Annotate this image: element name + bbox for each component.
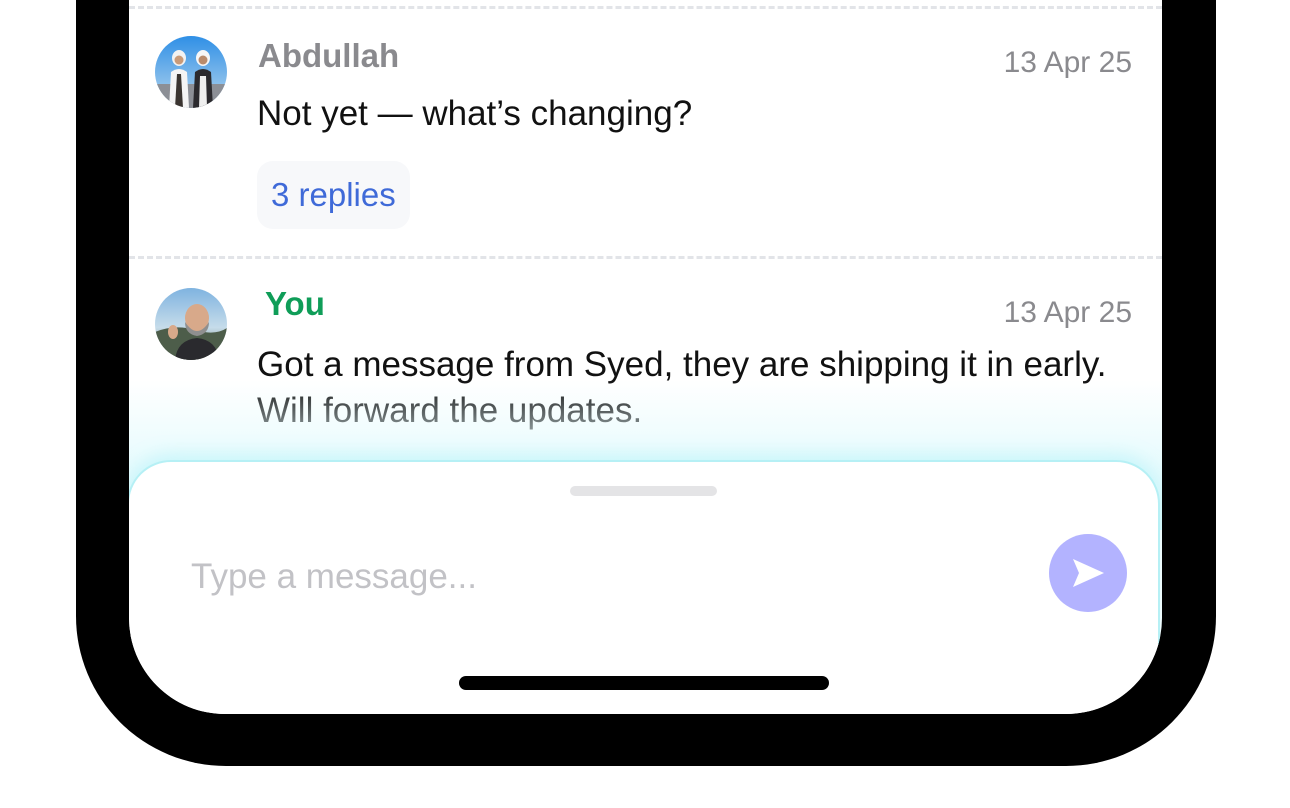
app-stage: Abdullah 13 Apr 25 Not yet — what’s chan…	[0, 0, 1290, 808]
sender-name: Abdullah	[258, 37, 400, 74]
message-text: Not yet — what’s changing?	[257, 94, 693, 133]
send-arrow-icon	[1068, 553, 1108, 593]
replies-link[interactable]: 3 replies	[257, 161, 410, 229]
avatar-abdullah[interactable]	[155, 36, 227, 108]
message-item-abdullah[interactable]: Abdullah 13 Apr 25 Not yet — what’s chan…	[129, 36, 1162, 236]
chat-screen: Abdullah 13 Apr 25 Not yet — what’s chan…	[129, 0, 1162, 714]
send-button[interactable]	[1049, 534, 1127, 612]
message-divider	[129, 256, 1162, 259]
sender-name: You	[265, 285, 325, 322]
message-input[interactable]	[189, 546, 1013, 608]
message-divider	[129, 6, 1162, 9]
avatar-you[interactable]	[155, 288, 227, 360]
message-timestamp: 13 Apr 25	[1003, 46, 1132, 79]
sheet-grabber[interactable]	[570, 486, 717, 496]
message-timestamp: 13 Apr 25	[1003, 296, 1132, 329]
home-indicator[interactable]	[459, 676, 829, 690]
